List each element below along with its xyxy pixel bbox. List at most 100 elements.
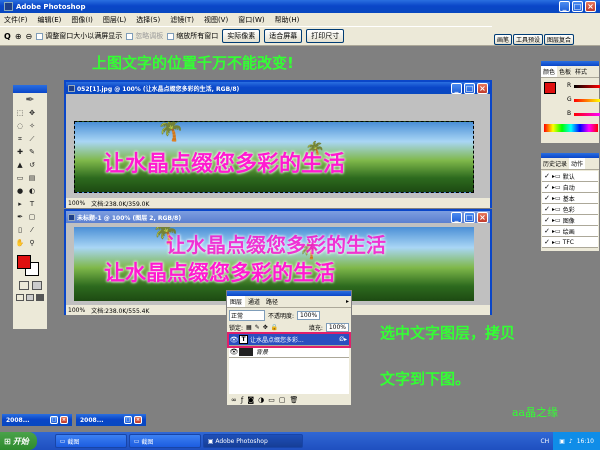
shape-tool-icon[interactable]: ▢ bbox=[27, 212, 37, 222]
ignore-palettes-checkbox[interactable]: 忽略调板 bbox=[126, 31, 163, 41]
layer-style-icon[interactable]: ƒ bbox=[241, 396, 243, 404]
lock-image-icon[interactable]: ✎ bbox=[255, 324, 260, 331]
magic-wand-tool-icon[interactable]: ✧ bbox=[27, 121, 37, 131]
list-item[interactable]: ✓ ▸▭ 默认 bbox=[542, 171, 598, 182]
eye-icon[interactable]: 👁 bbox=[229, 336, 239, 344]
document-1-canvas[interactable]: 🌴 🌴 让水晶点缀您多彩的生活 bbox=[74, 121, 474, 193]
document-2-text-layer-copy[interactable]: 让水晶点缀您多彩的生活 bbox=[166, 229, 386, 258]
menu-filter[interactable]: 滤镜(T) bbox=[170, 15, 194, 25]
restore-icon[interactable]: □ bbox=[124, 416, 132, 424]
list-item[interactable]: ✓ ▸▭ 图像 bbox=[542, 215, 598, 226]
layer-mask-icon[interactable]: ◙ bbox=[247, 396, 254, 404]
zoom-out-icon[interactable]: ⊖ bbox=[26, 32, 33, 41]
notes-tool-icon[interactable]: ▯ bbox=[15, 225, 25, 235]
menu-image[interactable]: 图像(I) bbox=[71, 15, 93, 25]
tab-paths[interactable]: 路径 bbox=[263, 296, 281, 307]
zoom-tool-icon[interactable]: ⚲ bbox=[27, 238, 37, 248]
standard-mode-icon[interactable] bbox=[18, 281, 29, 290]
layer-row-background[interactable]: 👁 背景 bbox=[229, 346, 349, 358]
menu-edit[interactable]: 编辑(E) bbox=[38, 15, 62, 25]
check-icon[interactable]: ✓ bbox=[542, 227, 552, 235]
zoom-all-windows-checkbox[interactable]: 缩放所有窗口 bbox=[167, 31, 218, 41]
color-foreground-swatch[interactable] bbox=[544, 82, 556, 94]
check-icon[interactable]: ✓ bbox=[542, 216, 552, 224]
type-tool-icon[interactable]: T bbox=[27, 199, 37, 209]
path-select-tool-icon[interactable]: ▸ bbox=[15, 199, 25, 209]
blend-mode-select[interactable]: 正常 bbox=[229, 310, 265, 321]
document-1-maximize-button[interactable]: □ bbox=[464, 82, 475, 94]
list-item[interactable]: ✓ ▸▭ 绘画 bbox=[542, 226, 598, 237]
start-button[interactable]: ⊞ 开始 bbox=[0, 432, 37, 450]
document-2-minimize-button[interactable]: _ bbox=[451, 211, 462, 223]
green-slider[interactable] bbox=[574, 99, 600, 102]
menu-layer[interactable]: 图层(L) bbox=[103, 15, 126, 25]
document-2-maximize-button[interactable]: □ bbox=[464, 211, 475, 223]
zoom-tool-icon[interactable]: Q bbox=[4, 32, 11, 41]
gradient-tool-icon[interactable]: ▤ bbox=[27, 173, 37, 183]
palette-tab-tool-presets[interactable]: 工具预设 bbox=[513, 34, 544, 45]
document-2-zoom[interactable]: 100% bbox=[68, 307, 85, 314]
lock-transparent-icon[interactable]: ▦ bbox=[246, 324, 252, 331]
menu-view[interactable]: 视图(V) bbox=[204, 15, 228, 25]
new-group-icon[interactable]: ▭ bbox=[268, 396, 275, 404]
document-2-text-layer[interactable]: 让水晶点缀您多彩的生活 bbox=[104, 257, 335, 287]
network-icon[interactable]: ▣ bbox=[559, 438, 565, 445]
menu-window[interactable]: 窗口(W) bbox=[238, 15, 264, 25]
eyedropper-tool-icon[interactable]: ⁄ bbox=[27, 225, 37, 235]
taskbar-item-screenshot-2[interactable]: ▭ 截图 bbox=[128, 434, 201, 448]
brush-tool-icon[interactable]: ✎ bbox=[27, 147, 37, 157]
tab-styles[interactable]: 样式 bbox=[573, 66, 589, 77]
lock-all-icon[interactable]: 🔒 bbox=[271, 324, 278, 331]
menu-file[interactable]: 文件(F) bbox=[4, 15, 28, 25]
resize-windows-checkbox[interactable]: 调整窗口大小以满屏显示 bbox=[36, 31, 122, 41]
eraser-tool-icon[interactable]: ▭ bbox=[15, 173, 25, 183]
marquee-tool-icon[interactable]: ⬚ bbox=[15, 108, 25, 118]
stamp-tool-icon[interactable]: ▲ bbox=[15, 160, 25, 170]
fill-input[interactable]: 100% bbox=[325, 323, 349, 332]
lasso-tool-icon[interactable]: ◌ bbox=[15, 121, 25, 131]
screen-mode-full-menu-icon[interactable] bbox=[26, 294, 34, 301]
foreground-color-swatch[interactable] bbox=[17, 255, 31, 269]
check-icon[interactable]: ✓ bbox=[542, 238, 552, 246]
taskbar-item-photoshop[interactable]: ▣ Adobe Photoshop bbox=[202, 434, 303, 448]
close-icon[interactable]: × bbox=[134, 416, 142, 424]
slice-tool-icon[interactable]: ⟋ bbox=[27, 134, 37, 144]
dodge-tool-icon[interactable]: ◐ bbox=[27, 186, 37, 196]
actual-pixels-button[interactable]: 实际像素 bbox=[222, 29, 261, 43]
close-icon[interactable]: × bbox=[60, 416, 68, 424]
document-1-zoom[interactable]: 100% bbox=[68, 200, 85, 207]
tab-layers[interactable]: 图层 bbox=[227, 296, 246, 307]
minimized-document-1[interactable]: 2008... □ × bbox=[2, 414, 72, 426]
hand-tool-icon[interactable]: ✋ bbox=[15, 238, 25, 248]
quick-mask-icon[interactable] bbox=[31, 281, 42, 290]
restore-icon[interactable]: □ bbox=[50, 416, 58, 424]
minimize-button[interactable]: _ bbox=[559, 1, 570, 12]
link-layers-icon[interactable]: ∞ bbox=[231, 396, 237, 404]
volume-icon[interactable]: ♪ bbox=[569, 438, 573, 445]
check-icon[interactable]: ✓ bbox=[542, 183, 552, 191]
document-1-minimize-button[interactable]: _ bbox=[451, 82, 462, 94]
layer-row-text[interactable]: 👁 T 让水晶点缀您多彩... Ø▸ bbox=[227, 332, 351, 348]
healing-brush-tool-icon[interactable]: ✚ bbox=[15, 147, 25, 157]
check-icon[interactable]: ✓ bbox=[542, 172, 552, 180]
history-brush-tool-icon[interactable]: ↺ bbox=[27, 160, 37, 170]
list-item[interactable]: ✓ ▸▭ 色彩 bbox=[542, 204, 598, 215]
zoom-in-icon[interactable]: ⊕ bbox=[15, 32, 22, 41]
menu-select[interactable]: 选择(S) bbox=[136, 15, 160, 25]
tab-history[interactable]: 历史记录 bbox=[541, 158, 569, 169]
palette-tab-brushes[interactable]: 画笔 bbox=[494, 34, 513, 45]
layer-effects-icon[interactable]: Ø▸ bbox=[339, 336, 347, 343]
palette-tab-layer-comps[interactable]: 图层复合 bbox=[544, 34, 575, 45]
document-1-text-layer[interactable]: 让水晶点缀您多彩的生活 bbox=[103, 146, 345, 178]
pen-tool-icon[interactable]: ✒ bbox=[15, 212, 25, 222]
list-item[interactable]: ✓ ▸▭ 基本 bbox=[542, 193, 598, 204]
blur-tool-icon[interactable]: ● bbox=[15, 186, 25, 196]
check-icon[interactable]: ✓ bbox=[542, 205, 552, 213]
adjustment-layer-icon[interactable]: ◑ bbox=[258, 396, 264, 404]
tab-color[interactable]: 颜色 bbox=[541, 66, 558, 77]
minimized-document-2[interactable]: 2008... □ × bbox=[76, 414, 146, 426]
panel-menu-icon[interactable]: ▸ bbox=[344, 298, 351, 305]
maximize-button[interactable]: □ bbox=[572, 1, 583, 12]
close-button[interactable]: × bbox=[585, 1, 596, 12]
tab-swatches[interactable]: 色板 bbox=[557, 66, 573, 77]
